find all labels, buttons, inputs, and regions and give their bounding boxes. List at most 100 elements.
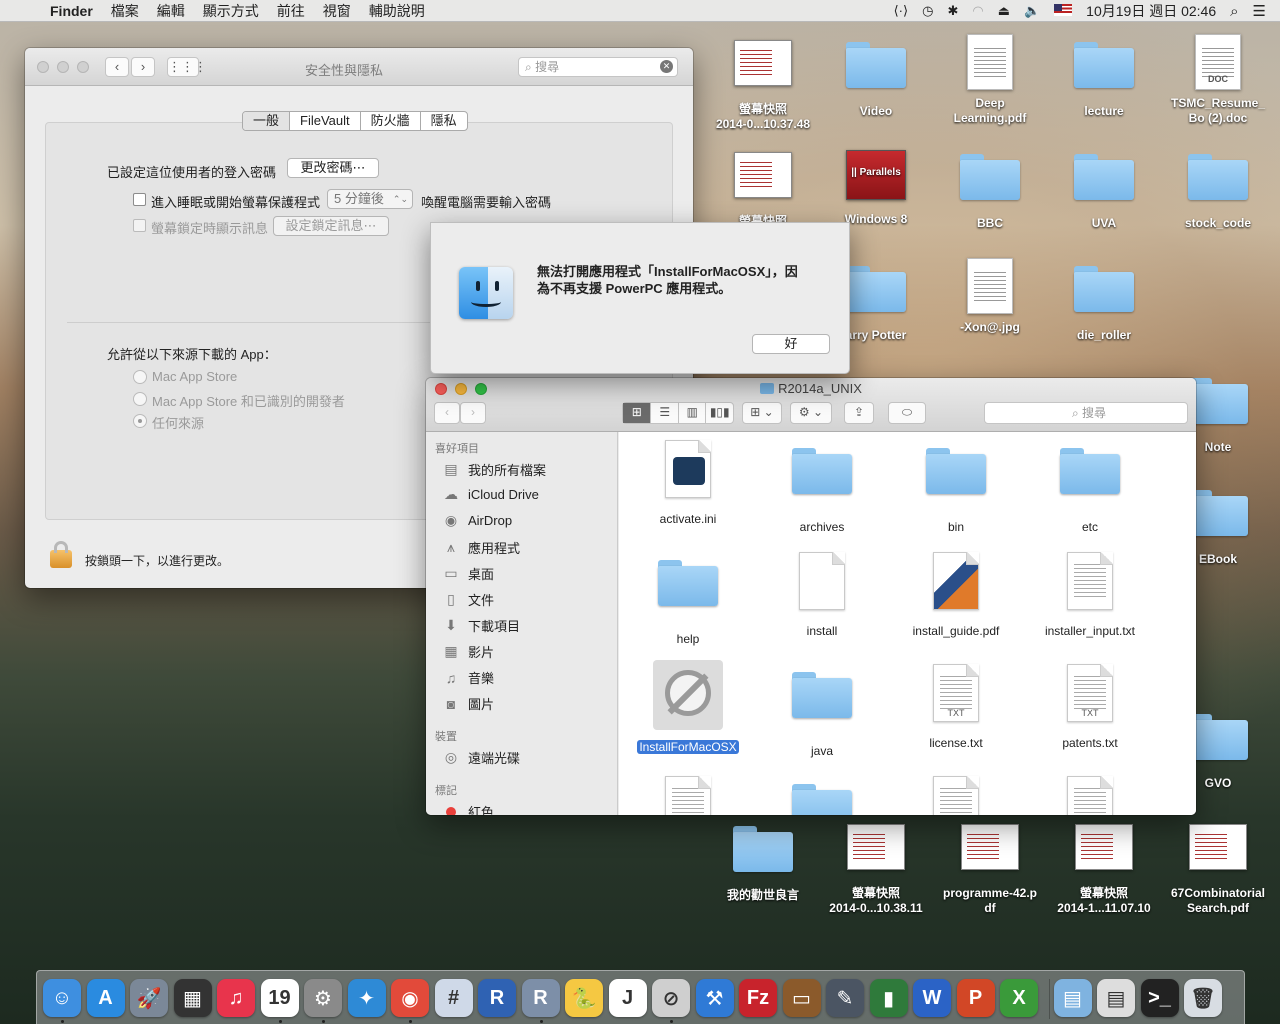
file-item[interactable]: TXT license.txt [891,664,1021,750]
file-item-partial[interactable] [891,776,1021,815]
cover-flow-icon[interactable]: ▮▯▮ [705,403,733,423]
dock-jupyter-icon[interactable]: J [608,979,647,1017]
dock-keynote-icon[interactable]: # [434,979,473,1017]
menu-help[interactable]: 輔助說明 [369,1,425,21]
delay-select[interactable]: 5 分鐘後 ⌃⌄ [327,189,413,209]
dock-excel-chart-icon[interactable]: ▮ [869,979,908,1017]
eject-icon[interactable]: ⏏ [998,3,1010,19]
ok-button[interactable]: 好 [752,334,830,354]
share-icon[interactable]: ⇪ [844,402,874,424]
column-view-icon[interactable]: ▥ [677,403,706,423]
dock-documents-stack-icon[interactable]: ▤ [1097,979,1135,1017]
desktop-icon-combinatorial-search[interactable]: 67Combinatorial Search.pdf [1163,818,1273,916]
back-button[interactable]: ‹ [434,402,460,424]
dock-rstudio-icon[interactable]: R [521,979,560,1017]
file-item[interactable]: installer_input.txt [1025,552,1155,638]
dock-system-preferences-icon[interactable]: ⚙ [304,979,342,1017]
radio-mac-app-store[interactable] [133,370,147,384]
arrange-button[interactable]: ⊞ ⌄ [742,402,782,424]
sidebar-item-1[interactable]: ☁ iCloud Drive [442,486,539,503]
spotlight-icon[interactable]: ⌕ [1230,3,1238,20]
file-item[interactable]: install [757,552,887,638]
finder-toolbar[interactable]: R2014a_UNIX ‹ › ⊞ ☰ ▥ ▮▯▮ ⊞ ⌄ ⚙ ⌄ ⇪ ⬭ ⌕ … [426,378,1196,432]
desktop-icon-screenshot-3[interactable]: 螢幕快照 2014-0...10.38.11 [821,818,931,916]
tab-firewall[interactable]: 防火牆 [361,112,421,130]
desktop-icon-video[interactable]: Video [821,34,931,119]
dock-itunes-icon[interactable]: ♫ [217,979,255,1017]
dock-app-store-icon[interactable]: A [86,979,125,1017]
dock-xcode-icon[interactable]: ⚒ [695,979,734,1017]
radio-identified-developers[interactable] [133,392,147,406]
dock-utilities-icon[interactable]: ✎ [826,979,864,1017]
sidebar-item-device-0[interactable]: ◎ 遠端光碟 [442,748,520,767]
dock-filezilla-icon[interactable]: Fz [739,979,777,1017]
tab-privacy[interactable]: 隱私 [421,112,467,130]
desktop-icon-programme-42[interactable]: programme-42.p df [935,818,1045,916]
sidebar-item-4[interactable]: ▭ 桌面 [442,564,494,583]
menu-go[interactable]: 前往 [277,1,305,21]
icon-view-icon[interactable]: ⊞ [623,403,651,423]
set-lock-message-button[interactable]: 設定鎖定訊息⋯ [273,216,389,236]
sidebar-item-5[interactable]: ▯ 文件 [442,590,494,609]
file-item[interactable]: help [623,552,753,646]
file-item[interactable]: java [757,664,887,758]
action-gear-icon[interactable]: ⚙ ⌄ [790,402,832,424]
desktop-icon-bbc[interactable]: BBC [935,146,1045,231]
dock-safari-icon[interactable]: ✦ [347,979,386,1017]
file-item[interactable]: install_guide.pdf [891,552,1021,638]
wifi-icon[interactable]: ◠ [972,3,983,19]
tab-general[interactable]: 一般 [243,112,291,130]
menu-window[interactable]: 視窗 [323,1,351,21]
dock-terminal-stack-icon[interactable]: >_ [1140,979,1179,1017]
desktop-icon-motto[interactable]: 我的勸世良言 [708,818,818,903]
volume-icon[interactable]: 🔈 [1024,3,1040,19]
dock-activity-monitor-icon[interactable]: ▦ [173,979,212,1017]
change-password-button[interactable]: 更改密碼⋯ [287,158,379,178]
dock-install-for-macosx-icon[interactable]: ⊘ [652,979,690,1017]
dock-powerpoint-icon[interactable]: P [956,979,995,1017]
lock-icon[interactable] [50,541,72,568]
desktop-icon-lecture[interactable]: lecture [1049,34,1159,119]
menu-finder[interactable]: Finder [50,3,93,19]
file-item[interactable]: activate.ini [623,440,753,526]
desktop-icon-tsmc-resume[interactable]: DOC TSMC_Resume_ Bo (2).doc [1163,34,1273,126]
file-item[interactable]: InstallForMacOSX [623,660,753,754]
code-icon[interactable]: ⟨·⟩ [894,3,908,19]
desktop-icon-die-roller[interactable]: die_roller [1049,258,1159,343]
lock-message-checkbox[interactable] [133,219,146,232]
menu-edit[interactable]: 編輯 [157,1,185,21]
menu-view[interactable]: 顯示方式 [203,1,259,21]
desktop-icon-deep-learning[interactable]: Deep Learning.pdf [935,34,1045,126]
require-password-checkbox[interactable] [133,193,146,206]
desktop-icon-windows-8[interactable]: || Parallels Windows 8 [821,146,931,227]
sidebar-item-2[interactable]: ◉ AirDrop [442,512,512,529]
time-machine-icon[interactable]: ◷ [922,3,933,19]
file-item-partial[interactable] [1025,776,1155,815]
file-item[interactable]: archives [757,440,887,534]
file-item-partial[interactable] [623,776,753,815]
desktop-icon-screenshot-4[interactable]: 螢幕快照 2014-1...11.07.10 [1049,818,1159,916]
dock-launchpad-icon[interactable]: 🚀 [130,979,168,1017]
sidebar-item-7[interactable]: ▦ 影片 [442,642,494,661]
clock[interactable]: 10月19日 週日 02:46 [1086,1,1216,21]
file-item-partial[interactable] [757,776,887,815]
tab-filevault[interactable]: FileVault [290,112,361,130]
dock-r-icon[interactable]: R [478,979,516,1017]
dock-trash-icon[interactable]: 🗑 [1184,979,1222,1017]
input-source-flag-icon[interactable] [1054,3,1073,19]
desktop-icon-screenshot-1[interactable]: 螢幕快照 2014-0...10.37.48 [708,34,818,132]
menu-file[interactable]: 檔案 [111,1,139,21]
radio-anywhere[interactable] [133,414,147,428]
sidebar-item-3[interactable]: ⩚ 應用程式 [442,538,520,557]
sidebar-item-0[interactable]: ▤ 我的所有檔案 [442,460,546,479]
dock-applications-folder-icon[interactable]: ▤ [1053,979,1092,1017]
file-item[interactable]: etc [1025,440,1155,534]
dock-python-icon[interactable]: 🐍 [565,979,603,1017]
tag-icon[interactable]: ⬭ [888,402,926,424]
dock-finder-icon[interactable]: ☺ [43,979,81,1017]
desktop-icon-screenshot-2[interactable]: 螢幕快照 [708,146,818,229]
dock-presentation-icon[interactable]: ▭ [782,979,821,1017]
dock-chrome-icon[interactable]: ◉ [391,979,429,1017]
title-bar[interactable]: ‹ › ⋮⋮⋮ 安全性與隱私 ⌕ 搜尋 ✕ [25,48,693,86]
bluetooth-icon[interactable]: ✱ [947,3,958,19]
